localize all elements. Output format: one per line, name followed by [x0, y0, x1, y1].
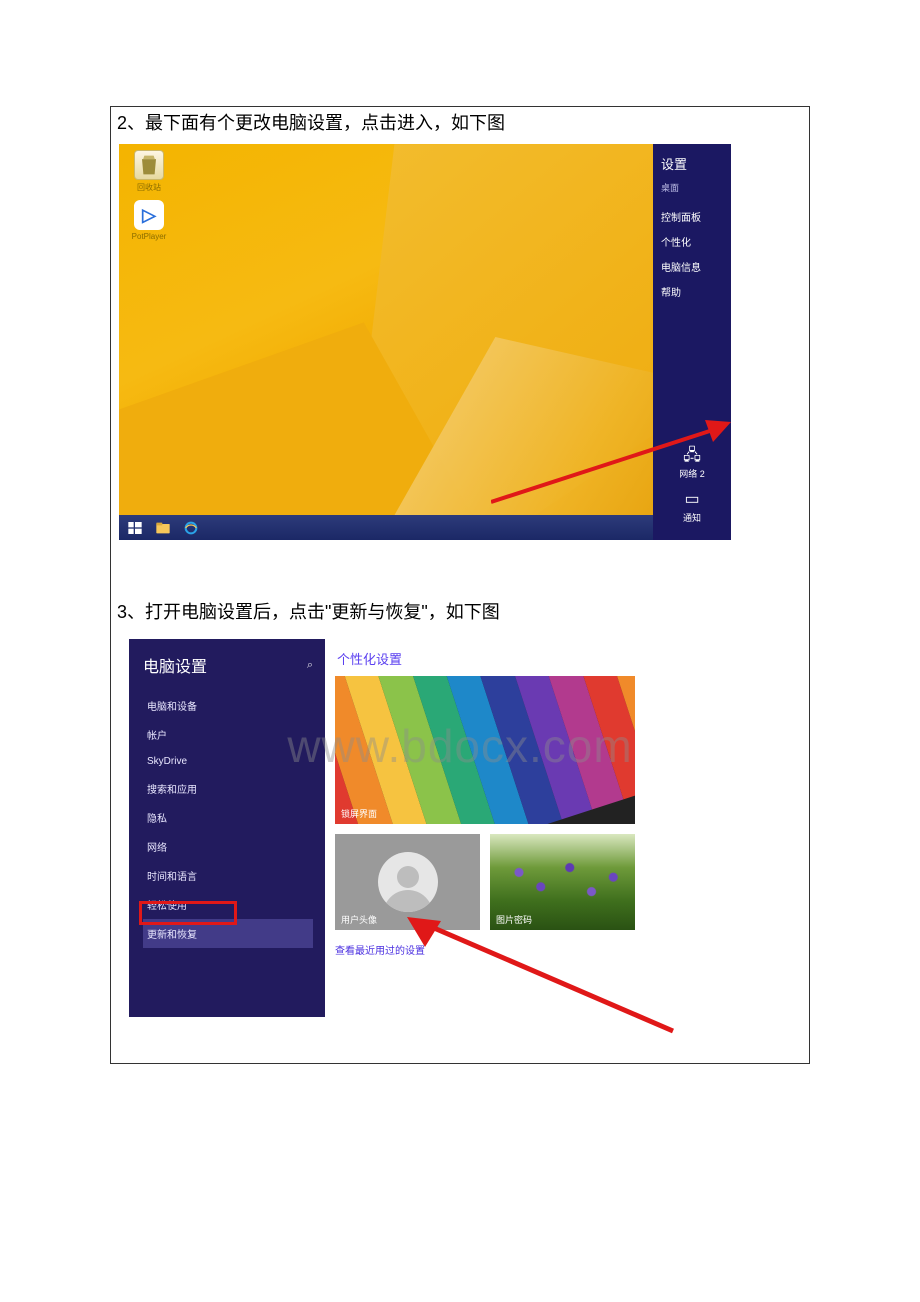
sidebar-item-ease-of-access[interactable]: 轻松使用	[143, 890, 313, 919]
screenshot-pc-settings: 电脑设置 ⌕ 电脑和设备 帐户 SkyDrive 搜索和应用 隐私 网络 时间和…	[129, 639, 675, 1017]
tile-caption: 图片密码	[496, 913, 532, 926]
personalization-heading: 个性化设置	[337, 649, 671, 668]
settings-tile-label: 通知	[661, 511, 723, 524]
sidebar-item-accounts[interactable]: 帐户	[143, 720, 313, 749]
search-icon[interactable]: ⌕	[307, 659, 313, 672]
pc-settings-header: 电脑设置	[143, 653, 207, 677]
annotation-arrow	[399, 915, 679, 1035]
settings-item-personalize[interactable]: 个性化	[661, 229, 723, 254]
pc-settings-main: 个性化设置 锁屏界面	[325, 639, 675, 1017]
tile-caption: 用户头像	[341, 913, 377, 926]
sidebar-item-network[interactable]: 网络	[143, 832, 313, 861]
sidebar-item-time-language[interactable]: 时间和语言	[143, 861, 313, 890]
desktop-wallpaper	[119, 144, 731, 540]
settings-item-control-panel[interactable]: 控制面板	[661, 204, 723, 229]
screenshot-desktop-settings: 回收站 ▷ PotPlayer 设置 桌面 控制面板 个性化 电脑信息 帮助 🖧…	[119, 144, 731, 540]
desktop-icon-label: PotPlayer	[127, 232, 171, 241]
settings-tile-network[interactable]: 🖧 网络 2	[661, 448, 723, 480]
document-page: 2、最下面有个更改电脑设置，点击进入，如下图 回收站 ▷ PotPlayer 设…	[110, 106, 810, 1064]
settings-tile-label: 网络 2	[661, 467, 723, 480]
desktop-icon-recycle-bin[interactable]: 回收站	[127, 150, 171, 193]
settings-panel-title: 设置	[661, 154, 723, 173]
start-button[interactable]	[127, 520, 143, 536]
potplayer-icon: ▷	[134, 200, 164, 230]
avatar-icon	[378, 852, 438, 912]
tile-user-avatar[interactable]: 用户头像	[335, 834, 480, 930]
tile-caption: 锁屏界面	[341, 807, 377, 820]
network-icon: 🖧	[661, 448, 723, 464]
notification-icon: ▭	[661, 492, 723, 508]
sidebar-item-pc-devices[interactable]: 电脑和设备	[143, 691, 313, 720]
settings-tile-notifications[interactable]: ▭ 通知	[661, 492, 723, 524]
sidebar-item-update-recovery[interactable]: 更新和恢复	[143, 919, 313, 948]
taskbar	[119, 515, 653, 540]
pc-settings-sidebar: 电脑设置 ⌕ 电脑和设备 帐户 SkyDrive 搜索和应用 隐私 网络 时间和…	[129, 639, 325, 1017]
settings-panel-subtitle: 桌面	[661, 181, 723, 194]
link-recent-settings[interactable]: 查看最近用过的设置	[335, 942, 425, 957]
tile-lock-screen[interactable]: 锁屏界面	[335, 676, 635, 824]
settings-item-help[interactable]: 帮助	[661, 279, 723, 304]
recycle-bin-icon	[134, 150, 164, 180]
tile-picture-password[interactable]: 图片密码	[490, 834, 635, 930]
step-2-caption: 2、最下面有个更改电脑设置，点击进入，如下图	[111, 107, 809, 144]
file-explorer-icon[interactable]	[155, 520, 171, 536]
sidebar-item-skydrive[interactable]: SkyDrive	[143, 749, 313, 774]
ie-icon[interactable]	[183, 520, 199, 536]
desktop-icon-label: 回收站	[127, 182, 171, 193]
sidebar-item-privacy[interactable]: 隐私	[143, 803, 313, 832]
sidebar-item-search-apps[interactable]: 搜索和应用	[143, 774, 313, 803]
settings-charm-panel: 设置 桌面 控制面板 个性化 电脑信息 帮助 🖧 网络 2 ▭ 通知	[653, 144, 731, 540]
settings-item-pc-info[interactable]: 电脑信息	[661, 254, 723, 279]
step-3-caption: 3、打开电脑设置后，点击"更新与恢复"，如下图	[111, 596, 809, 633]
desktop-icon-potplayer[interactable]: ▷ PotPlayer	[127, 200, 171, 241]
